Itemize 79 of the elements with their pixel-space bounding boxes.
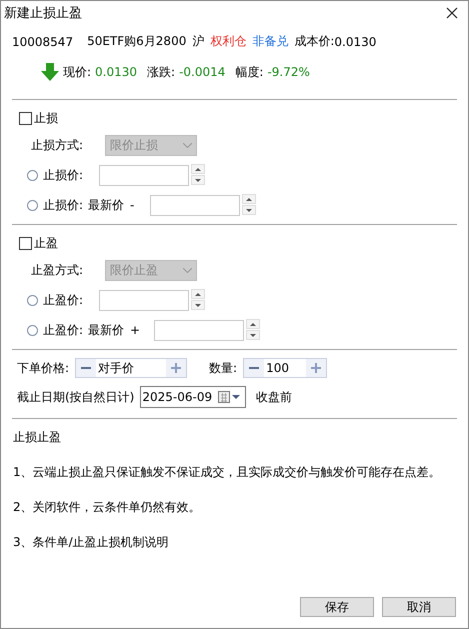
date-picker[interactable]: 2025-06-09 [140, 386, 246, 408]
minus-button[interactable] [244, 359, 264, 377]
quantity-stepper[interactable]: 100 [243, 358, 328, 378]
radio-button[interactable] [27, 324, 38, 336]
change-value: -0.0014 [179, 65, 226, 79]
spin-up-button[interactable] [246, 319, 260, 329]
contract-name: 50ETF购6月2800 [87, 33, 186, 50]
price-input[interactable] [154, 320, 244, 340]
spin-up-button[interactable] [191, 164, 206, 174]
position-type: 权利仓 [210, 33, 246, 50]
price-label: 现价: [63, 64, 92, 80]
order-price-label: 下单价格: [17, 360, 70, 376]
contract-code: 10008547 [12, 34, 74, 48]
plus-icon [311, 363, 322, 373]
order-price-stepper[interactable]: 对手价 [75, 358, 188, 378]
option-label: 止盈价: [43, 322, 84, 338]
up-triangle-icon [195, 292, 202, 296]
sign-label: + [130, 323, 140, 337]
mode-label: 止损方式: [31, 137, 84, 154]
spin-up-button[interactable] [242, 194, 256, 204]
down-triangle-icon [195, 304, 202, 306]
sign-label: - [130, 198, 134, 212]
chevron-down-icon [183, 143, 192, 148]
quantity-label: 数量: [209, 360, 238, 376]
expiry-label: 截止日期(按自然日计) [17, 388, 134, 406]
dialog-button[interactable]: 取消 [382, 597, 456, 617]
window-title: 新建止损止盈 [4, 5, 82, 22]
minus-button[interactable] [76, 359, 96, 377]
exchange-label: 沪 [192, 33, 204, 50]
radio-button[interactable] [27, 294, 38, 306]
calendar-dropdown-icon [218, 390, 242, 404]
note-text: 3、条件单/止盈止损机制说明 [13, 534, 170, 551]
base-label: 最新价 [88, 322, 124, 338]
percent-label: 幅度: [235, 64, 264, 80]
note-text: 2、关闭软件，云条件单仍然有效。 [13, 499, 202, 516]
cost-value: 0.0130 [334, 34, 376, 48]
expiry-suffix: 收盘前 [256, 388, 292, 406]
up-triangle-icon [250, 322, 256, 326]
checkbox[interactable] [19, 112, 32, 125]
change-label: 涨跌: [147, 64, 176, 80]
spin-down-button[interactable] [191, 175, 206, 185]
checkbox-label: 止盈 [34, 235, 58, 252]
mode-label: 止盈方式: [31, 262, 84, 279]
up-triangle-icon [246, 198, 252, 200]
stepper-value: 100 [265, 361, 290, 375]
base-label: 最新价 [88, 196, 124, 214]
stepper-value: 对手价 [97, 360, 136, 376]
spin-down-button[interactable] [242, 205, 256, 215]
percent-value: -9.72% [267, 65, 310, 79]
price-input[interactable] [150, 194, 240, 216]
checkbox-label: 止损 [34, 110, 58, 127]
radio-button[interactable] [27, 200, 38, 210]
checkbox[interactable] [19, 237, 32, 250]
dialog-button[interactable]: 保存 [300, 597, 374, 617]
minus-icon [249, 367, 260, 369]
date-value: 2025-06-09 [142, 390, 212, 404]
close-button[interactable] [444, 5, 460, 21]
spin-up-button[interactable] [191, 289, 206, 299]
cover-type: 非备兑 [252, 33, 288, 50]
cost-label: 成本价: [294, 33, 334, 50]
down-triangle-icon [250, 334, 256, 336]
down-triangle-icon [246, 208, 252, 212]
note-text: 1、云端止损止盈只保证触发不保证成交，且实际成交价与触发价可能存在点差。 [13, 464, 442, 481]
chevron-down-icon [183, 268, 192, 273]
plus-icon [171, 363, 182, 373]
notes-title: 止损止盈 [13, 429, 62, 446]
close-icon [446, 7, 458, 19]
option-label: 止损价: [43, 196, 84, 214]
minus-icon [81, 367, 92, 369]
price-input[interactable] [99, 290, 190, 310]
price-input[interactable] [99, 164, 190, 186]
price-value: 0.0130 [95, 65, 138, 79]
option-label: 止盈价: [43, 292, 84, 308]
spin-down-button[interactable] [246, 330, 260, 340]
radio-button[interactable] [27, 170, 38, 180]
down-triangle-icon [195, 178, 202, 182]
up-triangle-icon [195, 168, 202, 170]
option-label: 止损价: [43, 166, 84, 184]
spin-down-button[interactable] [191, 300, 206, 310]
